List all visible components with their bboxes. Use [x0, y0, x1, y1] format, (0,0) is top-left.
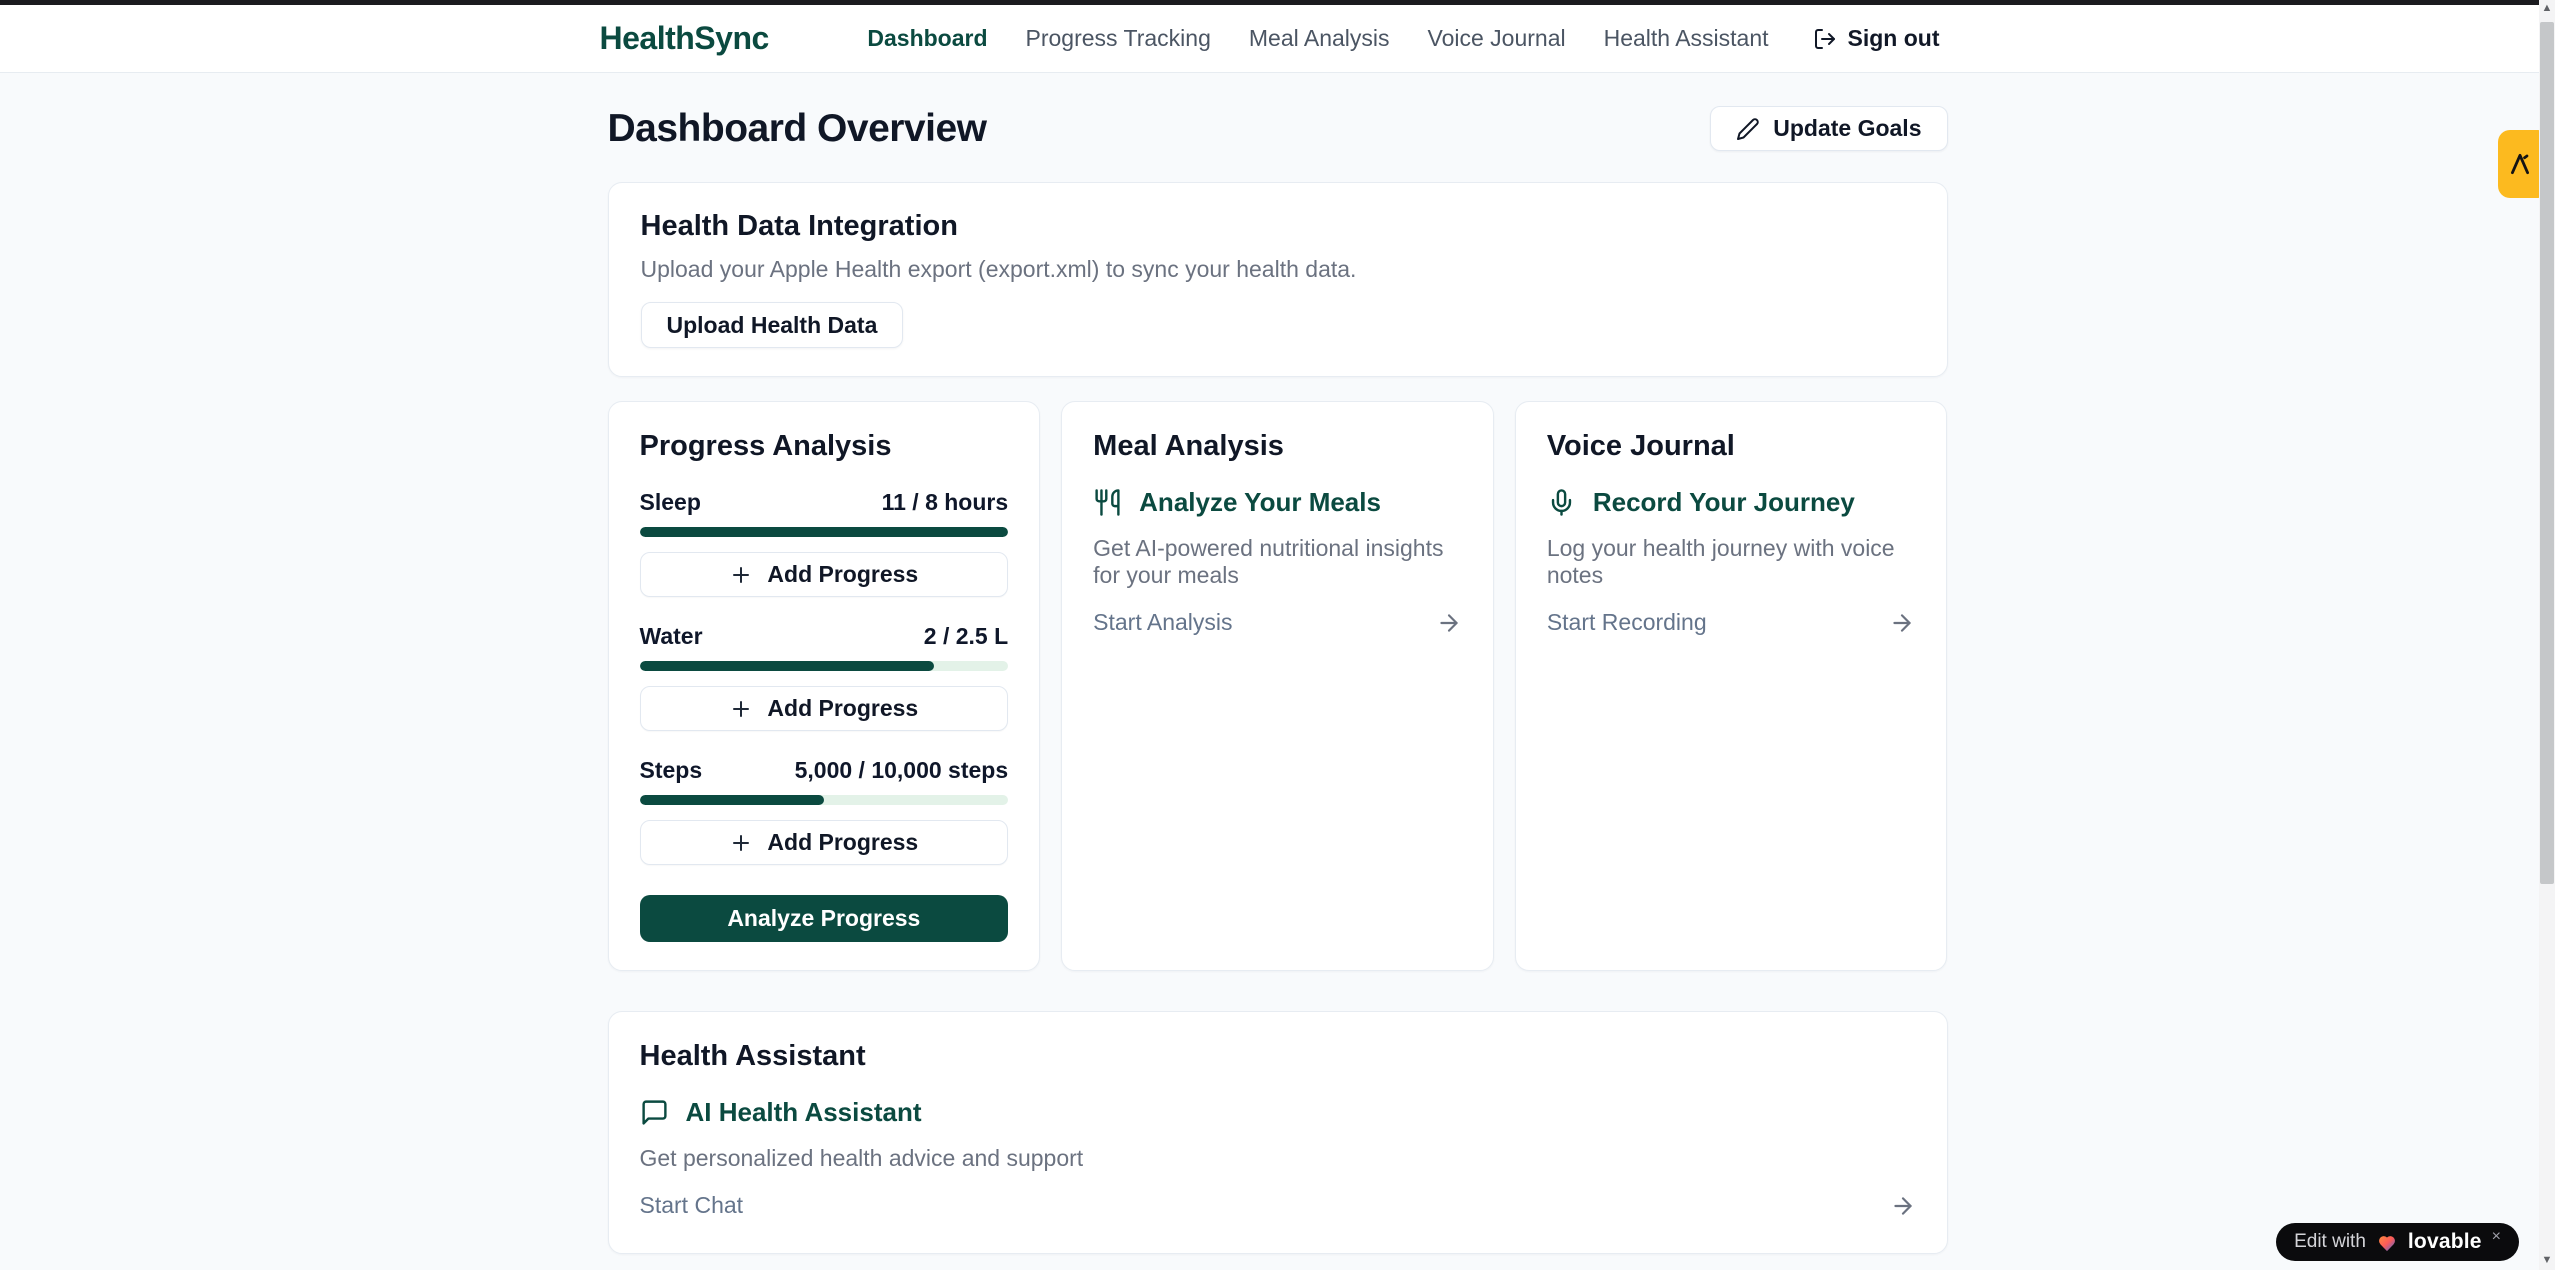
start-chat-link[interactable]: Start Chat: [640, 1192, 1916, 1219]
nav-item-health-assistant[interactable]: Health Assistant: [1604, 25, 1769, 52]
nav-item-progress-tracking[interactable]: Progress Tracking: [1026, 25, 1211, 52]
update-goals-button[interactable]: Update Goals: [1710, 106, 1947, 151]
lovable-logo-icon: [2507, 151, 2533, 177]
progress-bar-water: [640, 661, 1009, 671]
progress-analysis-card: Progress Analysis Sleep 11 / 8 hours Add…: [608, 401, 1041, 971]
progress-group-water: Water 2 / 2.5 L Add Progress: [640, 623, 1009, 731]
edit-with-lovable-badge[interactable]: Edit with lovable ×: [2276, 1223, 2519, 1261]
progress-bar-steps: [640, 795, 1009, 805]
nav-item-meal-analysis[interactable]: Meal Analysis: [1249, 25, 1390, 52]
start-recording-link[interactable]: Start Recording: [1547, 609, 1916, 636]
progress-label: Steps: [640, 757, 703, 784]
health-assistant-card: Health Assistant AI Health Assistant Get…: [608, 1011, 1948, 1254]
pencil-icon: [1736, 117, 1760, 141]
nav-item-dashboard[interactable]: Dashboard: [867, 25, 987, 52]
progress-value: 11 / 8 hours: [882, 489, 1009, 516]
chat-bubble-icon: [640, 1098, 669, 1127]
health-data-integration-card: Health Data Integration Upload your Appl…: [608, 182, 1948, 377]
app-header: HealthSync Dashboard Progress Tracking M…: [0, 5, 2539, 73]
main-content: Dashboard Overview Update Goals Health D…: [608, 73, 1948, 1270]
log-out-icon: [1813, 27, 1837, 51]
app-logo[interactable]: HealthSync: [600, 20, 769, 57]
integration-title: Health Data Integration: [641, 210, 1915, 243]
analyze-progress-button[interactable]: Analyze Progress: [640, 895, 1009, 942]
page-title: Dashboard Overview: [608, 107, 987, 151]
meal-analysis-description: Get AI-powered nutritional insights for …: [1093, 535, 1462, 589]
analyze-your-meals-link[interactable]: Analyze Your Meals: [1093, 487, 1462, 518]
scrollbar[interactable]: ▲ ▼: [2539, 0, 2555, 1270]
record-your-journey-link[interactable]: Record Your Journey: [1547, 487, 1916, 518]
plus-icon: [729, 831, 753, 855]
plus-icon: [729, 697, 753, 721]
add-progress-button-sleep[interactable]: Add Progress: [640, 552, 1009, 597]
arrow-right-icon: [1890, 1193, 1916, 1219]
scroll-up-arrow[interactable]: ▲: [2539, 0, 2555, 16]
upload-health-data-button[interactable]: Upload Health Data: [641, 302, 904, 348]
progress-group-steps: Steps 5,000 / 10,000 steps Add Progress: [640, 757, 1009, 865]
nav-item-voice-journal[interactable]: Voice Journal: [1428, 25, 1566, 52]
scrollbar-thumb[interactable]: [2540, 22, 2554, 884]
voice-journal-title: Voice Journal: [1547, 430, 1916, 463]
utensils-icon: [1093, 488, 1122, 517]
sign-out-button[interactable]: Sign out: [1813, 25, 1940, 52]
voice-journal-card: Voice Journal Record Your Journey Log yo…: [1515, 401, 1948, 971]
health-assistant-description: Get personalized health advice and suppo…: [640, 1145, 1916, 1172]
voice-journal-description: Log your health journey with voice notes: [1547, 535, 1916, 589]
sign-out-label: Sign out: [1848, 25, 1940, 52]
integration-description: Upload your Apple Health export (export.…: [641, 256, 1915, 283]
ai-health-assistant-link[interactable]: AI Health Assistant: [640, 1097, 1916, 1128]
progress-group-sleep: Sleep 11 / 8 hours Add Progress: [640, 489, 1009, 597]
plus-icon: [729, 563, 753, 587]
meal-analysis-card: Meal Analysis Analyze Your Meals Get AI-…: [1061, 401, 1494, 971]
progress-bar-sleep: [640, 527, 1009, 537]
add-progress-button-steps[interactable]: Add Progress: [640, 820, 1009, 865]
scroll-down-arrow[interactable]: ▼: [2539, 1252, 2555, 1268]
progress-label: Water: [640, 623, 703, 650]
progress-label: Sleep: [640, 489, 701, 516]
main-nav: Dashboard Progress Tracking Meal Analysi…: [867, 25, 1939, 52]
start-analysis-link[interactable]: Start Analysis: [1093, 609, 1462, 636]
meal-analysis-title: Meal Analysis: [1093, 430, 1462, 463]
health-assistant-title: Health Assistant: [640, 1040, 1916, 1073]
lovable-fab-button[interactable]: [2498, 130, 2542, 198]
microphone-icon: [1547, 488, 1576, 517]
arrow-right-icon: [1436, 610, 1462, 636]
close-icon[interactable]: ×: [2492, 1228, 2501, 1246]
heart-icon: [2376, 1232, 2398, 1252]
add-progress-button-water[interactable]: Add Progress: [640, 686, 1009, 731]
progress-value: 2 / 2.5 L: [924, 623, 1008, 650]
progress-analysis-title: Progress Analysis: [640, 430, 1009, 463]
arrow-right-icon: [1889, 610, 1915, 636]
progress-value: 5,000 / 10,000 steps: [795, 757, 1009, 784]
